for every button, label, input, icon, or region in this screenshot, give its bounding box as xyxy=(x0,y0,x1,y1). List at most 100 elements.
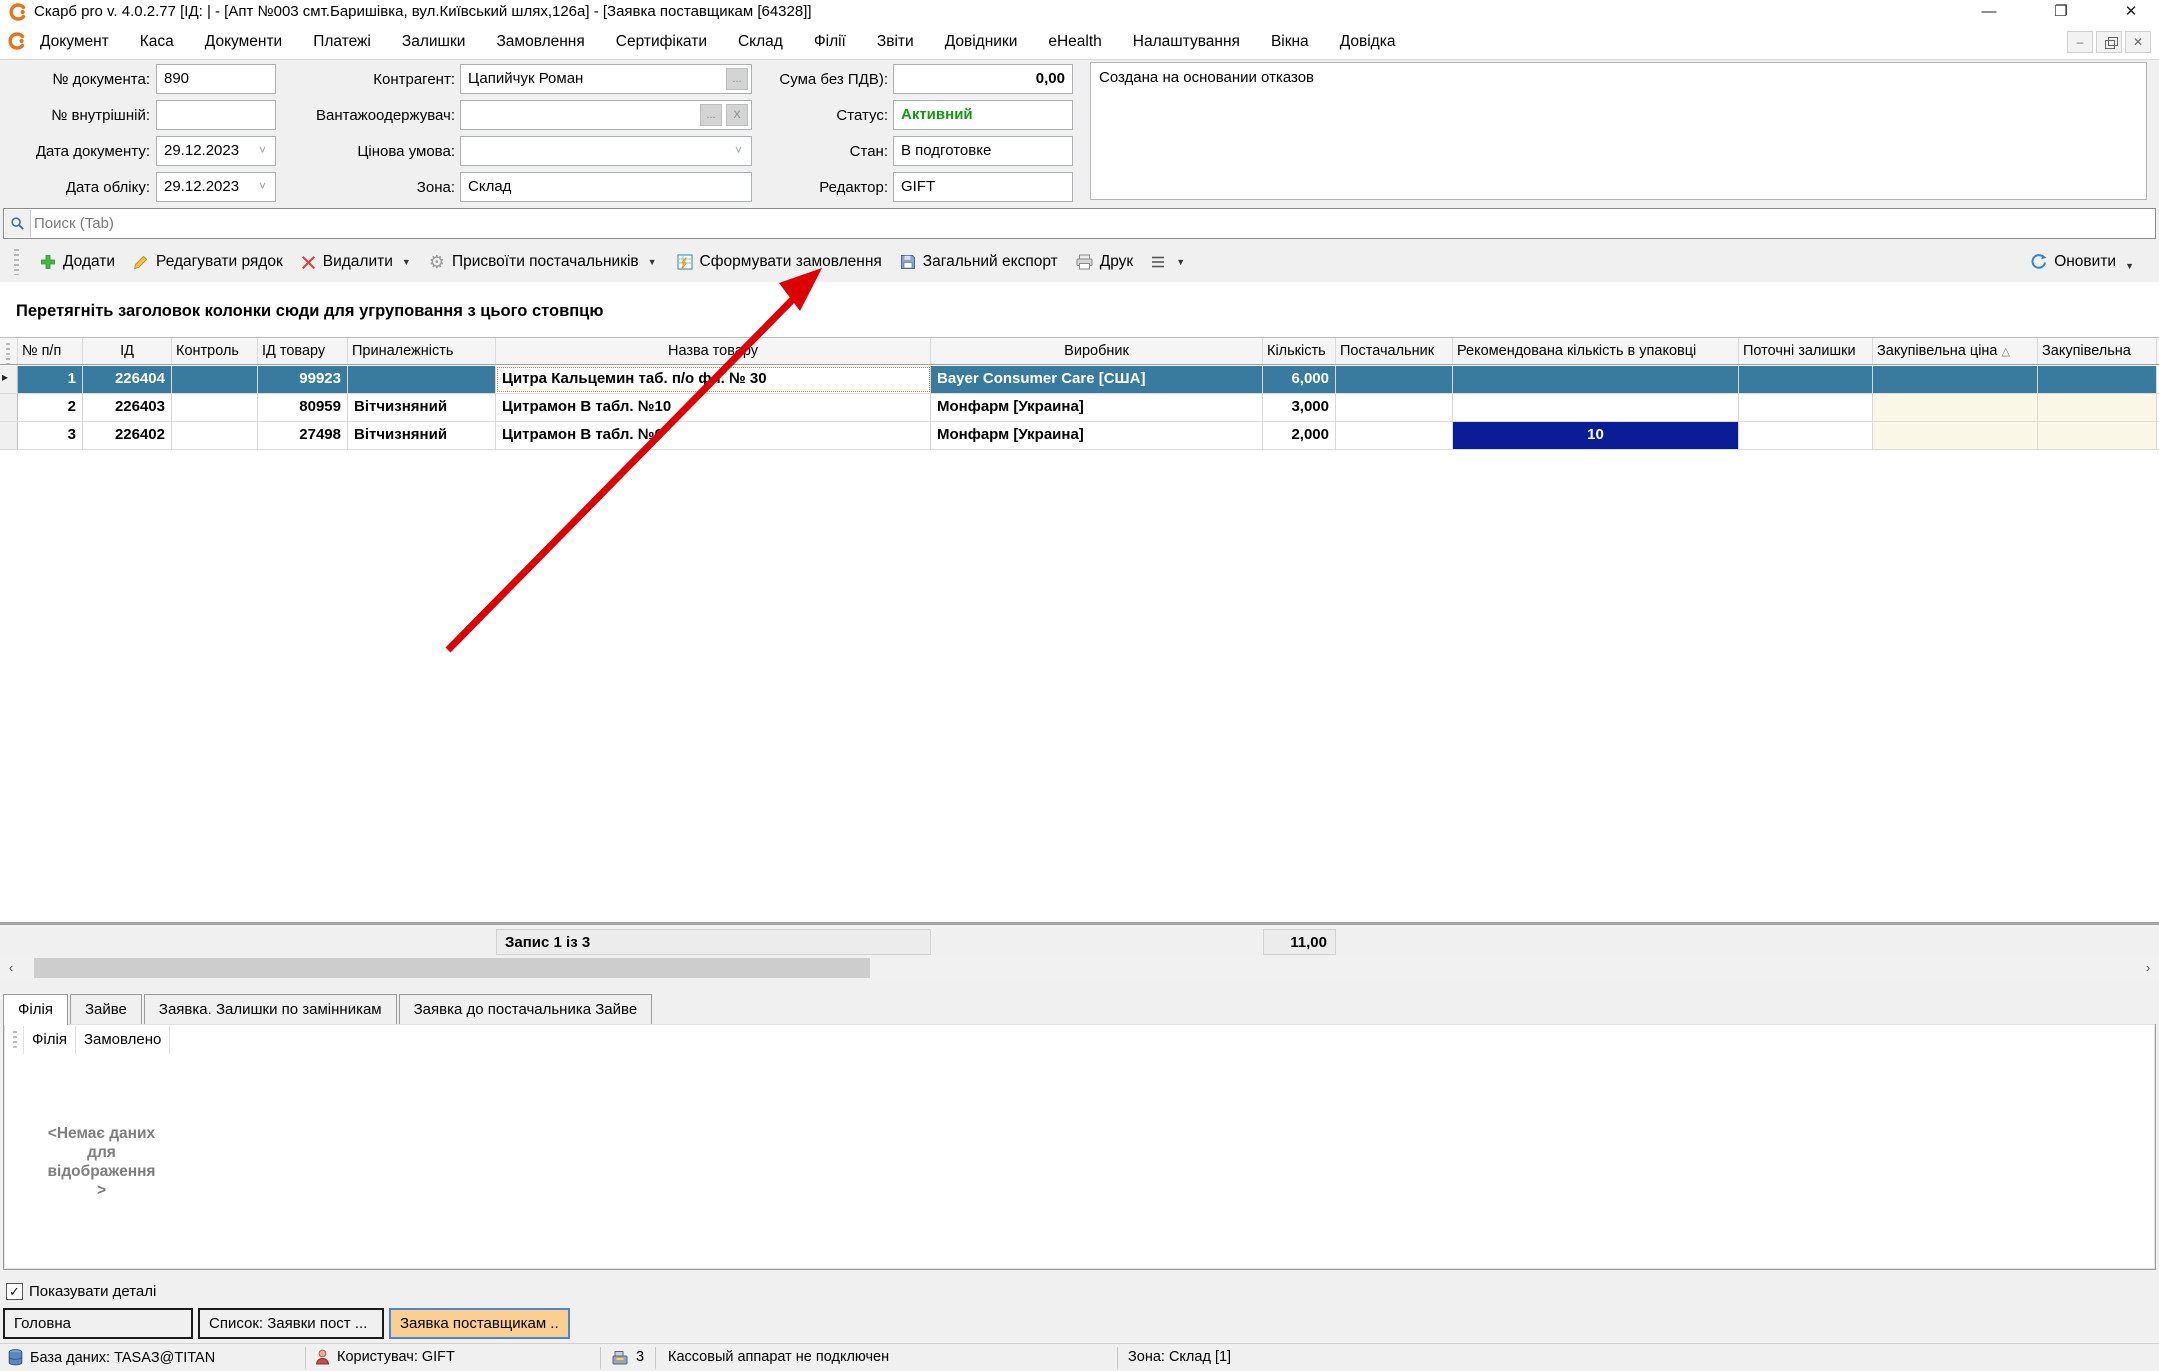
col-header-origin[interactable]: Приналежність xyxy=(348,338,496,364)
edit-row-button[interactable]: Редагувати рядок xyxy=(124,248,292,276)
doc-number-label: № документа: xyxy=(0,71,150,88)
mdi-minimize-button[interactable]: ‒ xyxy=(2067,31,2093,53)
tab-excess[interactable]: Зайве xyxy=(70,994,142,1025)
internal-number-label: № внутрішній: xyxy=(0,107,150,124)
col-header-purchase[interactable]: Закупівельна xyxy=(2038,338,2157,364)
window-tab-supplier-request[interactable]: Заявка поставщикам .. xyxy=(389,1308,570,1339)
grid-header: № п/п ІД Контроль ІД товару Приналежніст… xyxy=(0,337,2159,365)
cash-register-status: Кассовый аппарат не подключен xyxy=(668,1349,889,1365)
menu-windows[interactable]: Вікна xyxy=(1269,29,1311,55)
scroll-left-icon[interactable]: ‹ xyxy=(0,957,22,979)
editor-field[interactable]: GIFT xyxy=(893,172,1073,202)
sum-no-vat-label: Сума без ПДВ): xyxy=(688,71,888,88)
menu-payments[interactable]: Платежі xyxy=(311,29,373,55)
detail-col-branch[interactable]: Філія xyxy=(24,1026,76,1054)
mdi-restore-button[interactable] xyxy=(2096,31,2122,53)
refresh-icon xyxy=(2030,254,2047,271)
plus-icon xyxy=(40,254,56,270)
window-tab-list[interactable]: Список: Заявки пост ... xyxy=(198,1308,384,1339)
zone-status: Зона: Склад [1] xyxy=(1128,1349,1231,1365)
title-bar: Скарб pro v. 4.0.2.77 [ІД: | - [Апт №003… xyxy=(0,0,2159,24)
recommended-qty-cell[interactable]: 10 xyxy=(1453,422,1739,449)
contractor-label: Контрагент: xyxy=(255,71,455,88)
show-details-checkbox[interactable]: ✓ Показувати деталі xyxy=(6,1283,156,1300)
search-button[interactable] xyxy=(5,210,31,237)
tab-supplier-request-excess[interactable]: Заявка до постачальника Зайве xyxy=(399,994,653,1025)
table-row[interactable]: 2 226403 80959 Вітчизняний Цитрамон В та… xyxy=(0,394,2159,422)
col-header-current-stock[interactable]: Поточні залишки xyxy=(1739,338,1873,364)
add-button[interactable]: Додати xyxy=(31,248,124,276)
menu-branches[interactable]: Філії xyxy=(812,29,848,55)
menu-certificates[interactable]: Сертифікати xyxy=(614,29,709,55)
window-minimize-button[interactable]: — xyxy=(1969,1,2009,23)
comment-field[interactable]: Создана на основании отказов xyxy=(1090,62,2147,200)
show-details-label: Показувати деталі xyxy=(29,1283,156,1300)
menu-document[interactable]: Документ xyxy=(38,29,111,55)
database-status: База даних: TASAЗ@TITAN xyxy=(30,1350,215,1366)
header-grip-icon xyxy=(0,338,18,364)
gear-icon: ⚙ xyxy=(429,254,445,270)
menu-stocks[interactable]: Залишки xyxy=(400,29,468,55)
detail-panel: Філія Замовлено <Немає даних для відобра… xyxy=(3,1024,2156,1270)
user-status: Користувач: GIFT xyxy=(337,1349,455,1365)
window-tab-main[interactable]: Головна xyxy=(3,1308,193,1339)
dropdown-arrow-icon[interactable]: ▼ xyxy=(648,257,657,267)
menu-reports[interactable]: Звіти xyxy=(875,29,916,55)
detail-tabs: Філія Зайве Заявка. Залишки по замінника… xyxy=(3,994,654,1025)
col-header-quantity[interactable]: Кількість xyxy=(1263,338,1336,364)
menu-orders[interactable]: Замовлення xyxy=(494,29,586,55)
tab-request-substitute-stock[interactable]: Заявка. Залишки по замінникам xyxy=(144,994,397,1025)
window-close-button[interactable]: ✕ xyxy=(2111,1,2151,23)
focused-cell[interactable]: Цитра Кальцемин таб. п/о фл. № 30 xyxy=(496,366,931,393)
col-header-control[interactable]: Контроль xyxy=(172,338,258,364)
checkbox-checked-icon[interactable]: ✓ xyxy=(6,1283,23,1300)
table-row[interactable]: ▸ 1 226404 99923 Цитра Кальцемин таб. п/… xyxy=(0,366,2159,394)
detail-col-ordered[interactable]: Замовлено xyxy=(76,1026,170,1054)
assign-suppliers-button[interactable]: ⚙ Присвоїти постачальників▼ xyxy=(420,248,666,276)
tab-branch[interactable]: Філія xyxy=(3,994,68,1025)
table-row[interactable]: 3 226402 27498 Вітчизняний Цитрамон В та… xyxy=(0,422,2159,450)
list-icon xyxy=(1151,255,1167,269)
col-header-name[interactable]: Назва товару xyxy=(496,338,931,364)
dropdown-arrow-icon[interactable]: ▼ xyxy=(2125,261,2134,271)
dropdown-arrow-icon[interactable]: ▼ xyxy=(402,257,411,267)
database-icon xyxy=(8,1349,23,1366)
search-input[interactable] xyxy=(34,210,2144,237)
col-header-product-id[interactable]: ІД товару xyxy=(258,338,348,364)
view-options-button[interactable]: ▼ xyxy=(1142,250,1194,274)
menu-kasa[interactable]: Каса xyxy=(138,29,176,55)
refresh-button[interactable]: Оновити▼ xyxy=(2021,248,2143,276)
scroll-right-icon[interactable]: › xyxy=(2137,957,2159,979)
general-export-button[interactable]: Загальний експорт xyxy=(891,248,1067,276)
scrollbar-thumb[interactable] xyxy=(34,958,870,978)
menu-settings[interactable]: Налаштування xyxy=(1131,29,1242,55)
window-restore-button[interactable]: ❐ xyxy=(2041,1,2081,23)
grid-summary-row: Запис 1 із 3 11,00 xyxy=(0,922,2159,956)
pencil-icon xyxy=(133,254,149,270)
mdi-close-button[interactable]: ✕ xyxy=(2125,31,2151,53)
dropdown-arrow-icon[interactable]: ▼ xyxy=(1176,257,1185,267)
col-header-recommended[interactable]: Рекомендована кількість в упаковці xyxy=(1453,338,1739,364)
menu-ehealth[interactable]: eHealth xyxy=(1046,29,1103,55)
col-header-supplier[interactable]: Постачальник xyxy=(1336,338,1453,364)
print-button[interactable]: Друк xyxy=(1067,248,1142,276)
menu-warehouse[interactable]: Склад xyxy=(736,29,785,55)
status-field[interactable]: Активний xyxy=(893,100,1073,130)
sum-no-vat-field[interactable]: 0,00 xyxy=(893,64,1073,94)
cash-register-icon xyxy=(612,1350,629,1365)
menu-directories[interactable]: Довідники xyxy=(943,29,1020,55)
col-header-id[interactable]: ІД xyxy=(83,338,172,364)
no-data-message: <Немає даних для відображення > xyxy=(29,1124,174,1200)
col-header-npp[interactable]: № п/п xyxy=(18,338,83,364)
col-header-producer[interactable]: Виробник xyxy=(931,338,1263,364)
form-order-button[interactable]: Сформувати замовлення xyxy=(666,248,891,276)
horizontal-scrollbar[interactable]: ‹ › xyxy=(0,957,2159,979)
state-field[interactable]: В подготовке xyxy=(893,136,1073,166)
menu-documents[interactable]: Документи xyxy=(203,29,284,55)
menu-help[interactable]: Довідка xyxy=(1338,29,1398,55)
sort-asc-icon: △ xyxy=(2002,346,2010,358)
statusbar-separator xyxy=(600,1347,601,1369)
delete-button[interactable]: Видалити▼ xyxy=(292,248,420,276)
record-counter: Запис 1 із 3 xyxy=(496,929,931,955)
col-header-purchase-price[interactable]: Закупівельна ціна △ xyxy=(1873,338,2038,364)
